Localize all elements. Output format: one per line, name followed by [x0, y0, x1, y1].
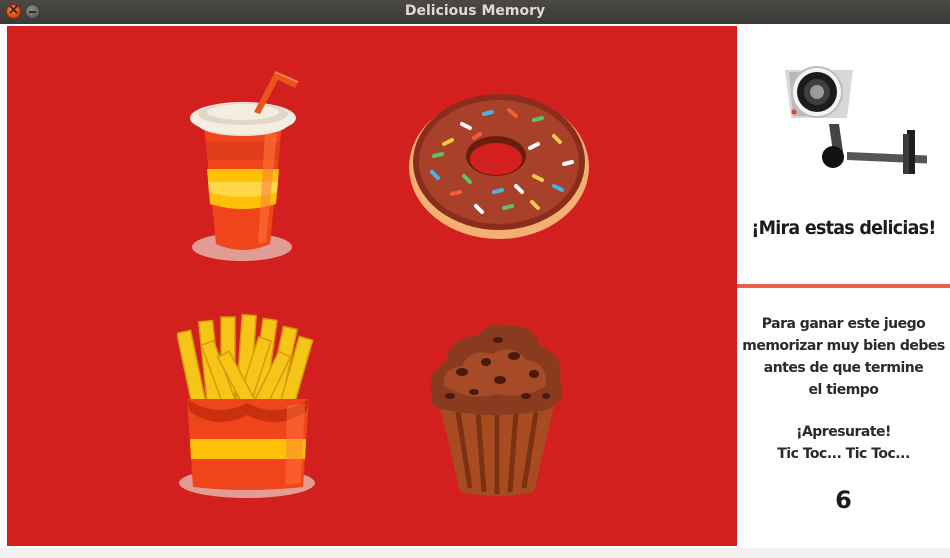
title-bar: Delicious Memory — [0, 0, 950, 24]
panel-divider — [737, 284, 950, 288]
security-camera-icon — [785, 66, 927, 174]
side-panel: ¡Mira estas delicias! Para ganar este ju… — [737, 24, 950, 548]
window-title: Delicious Memory — [404, 3, 546, 19]
countdown-timer: 6 — [835, 486, 852, 514]
tagline-text: ¡Mira estas delicias! — [751, 217, 936, 239]
card-soda-cup[interactable] — [182, 64, 322, 269]
instruction-line: antes de que termine — [763, 360, 924, 376]
memory-board — [7, 26, 737, 546]
instruction-line: el tiempo — [808, 382, 879, 398]
instruction-line: memorizar muy bien debes — [742, 338, 945, 354]
card-donut[interactable] — [404, 84, 594, 244]
hurry-text: ¡Apresurate! — [796, 424, 891, 440]
instruction-line: Para ganar este juego — [761, 316, 926, 332]
card-muffin[interactable] — [422, 316, 572, 501]
tick-tock-text: Tic Toc... Tic Toc... — [777, 446, 910, 462]
game-window: ¡Mira estas delicias! Para ganar este ju… — [0, 24, 950, 548]
card-french-fries[interactable] — [177, 311, 327, 501]
